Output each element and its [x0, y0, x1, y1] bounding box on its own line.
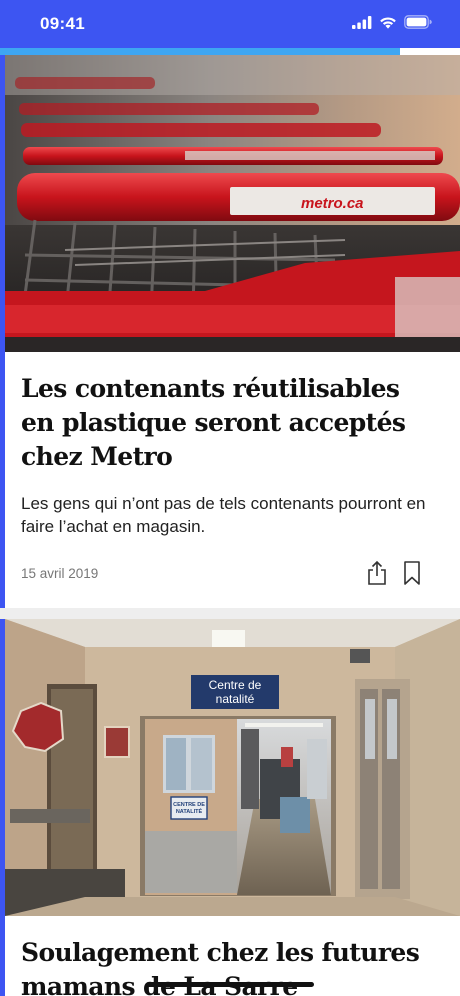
metro-logo-text: metro.ca: [301, 195, 364, 212]
reading-progress-bar: [0, 48, 460, 55]
article-card[interactable]: metro.ca Les contenants réutilisables en…: [0, 55, 460, 608]
article-body: Les contenants réutilisables en plastiqu…: [5, 352, 460, 608]
article-card[interactable]: Centre de natalité CENTRE DE NATALITÉ So…: [0, 619, 460, 996]
status-bar: 09:41: [0, 0, 460, 55]
article-image[interactable]: Centre de natalité CENTRE DE NATALITÉ: [5, 619, 460, 916]
door-sign-line1: CENTRE DE: [173, 802, 205, 808]
article-image[interactable]: metro.ca: [5, 55, 460, 352]
share-icon[interactable]: [366, 560, 388, 586]
reading-progress-fill: [0, 48, 401, 55]
article-feed[interactable]: metro.ca Les contenants réutilisables en…: [0, 55, 460, 996]
wifi-icon: [380, 16, 396, 29]
battery-icon: [404, 15, 432, 29]
article-title[interactable]: Soulagement chez les futures mamans de L…: [21, 936, 440, 996]
cellular-signal-icon: [352, 15, 372, 29]
status-time: 09:41: [40, 14, 85, 33]
hospital-sign-line2: natalité: [216, 692, 255, 706]
bookmark-icon[interactable]: [402, 560, 422, 586]
status-icons: [352, 15, 432, 29]
home-indicator[interactable]: [146, 982, 314, 987]
article-date: 15 avril 2019: [21, 566, 99, 581]
hospital-sign-line1: Centre de: [209, 678, 262, 692]
article-title[interactable]: Les contenants réutilisables en plastiqu…: [21, 372, 440, 474]
door-sign-line2: NATALITÉ: [176, 807, 203, 815]
article-summary: Les gens qui n’ont pas de tels contenant…: [21, 494, 426, 536]
card-separator: [0, 608, 460, 619]
article-footer: 15 avril 2019: [21, 552, 440, 608]
